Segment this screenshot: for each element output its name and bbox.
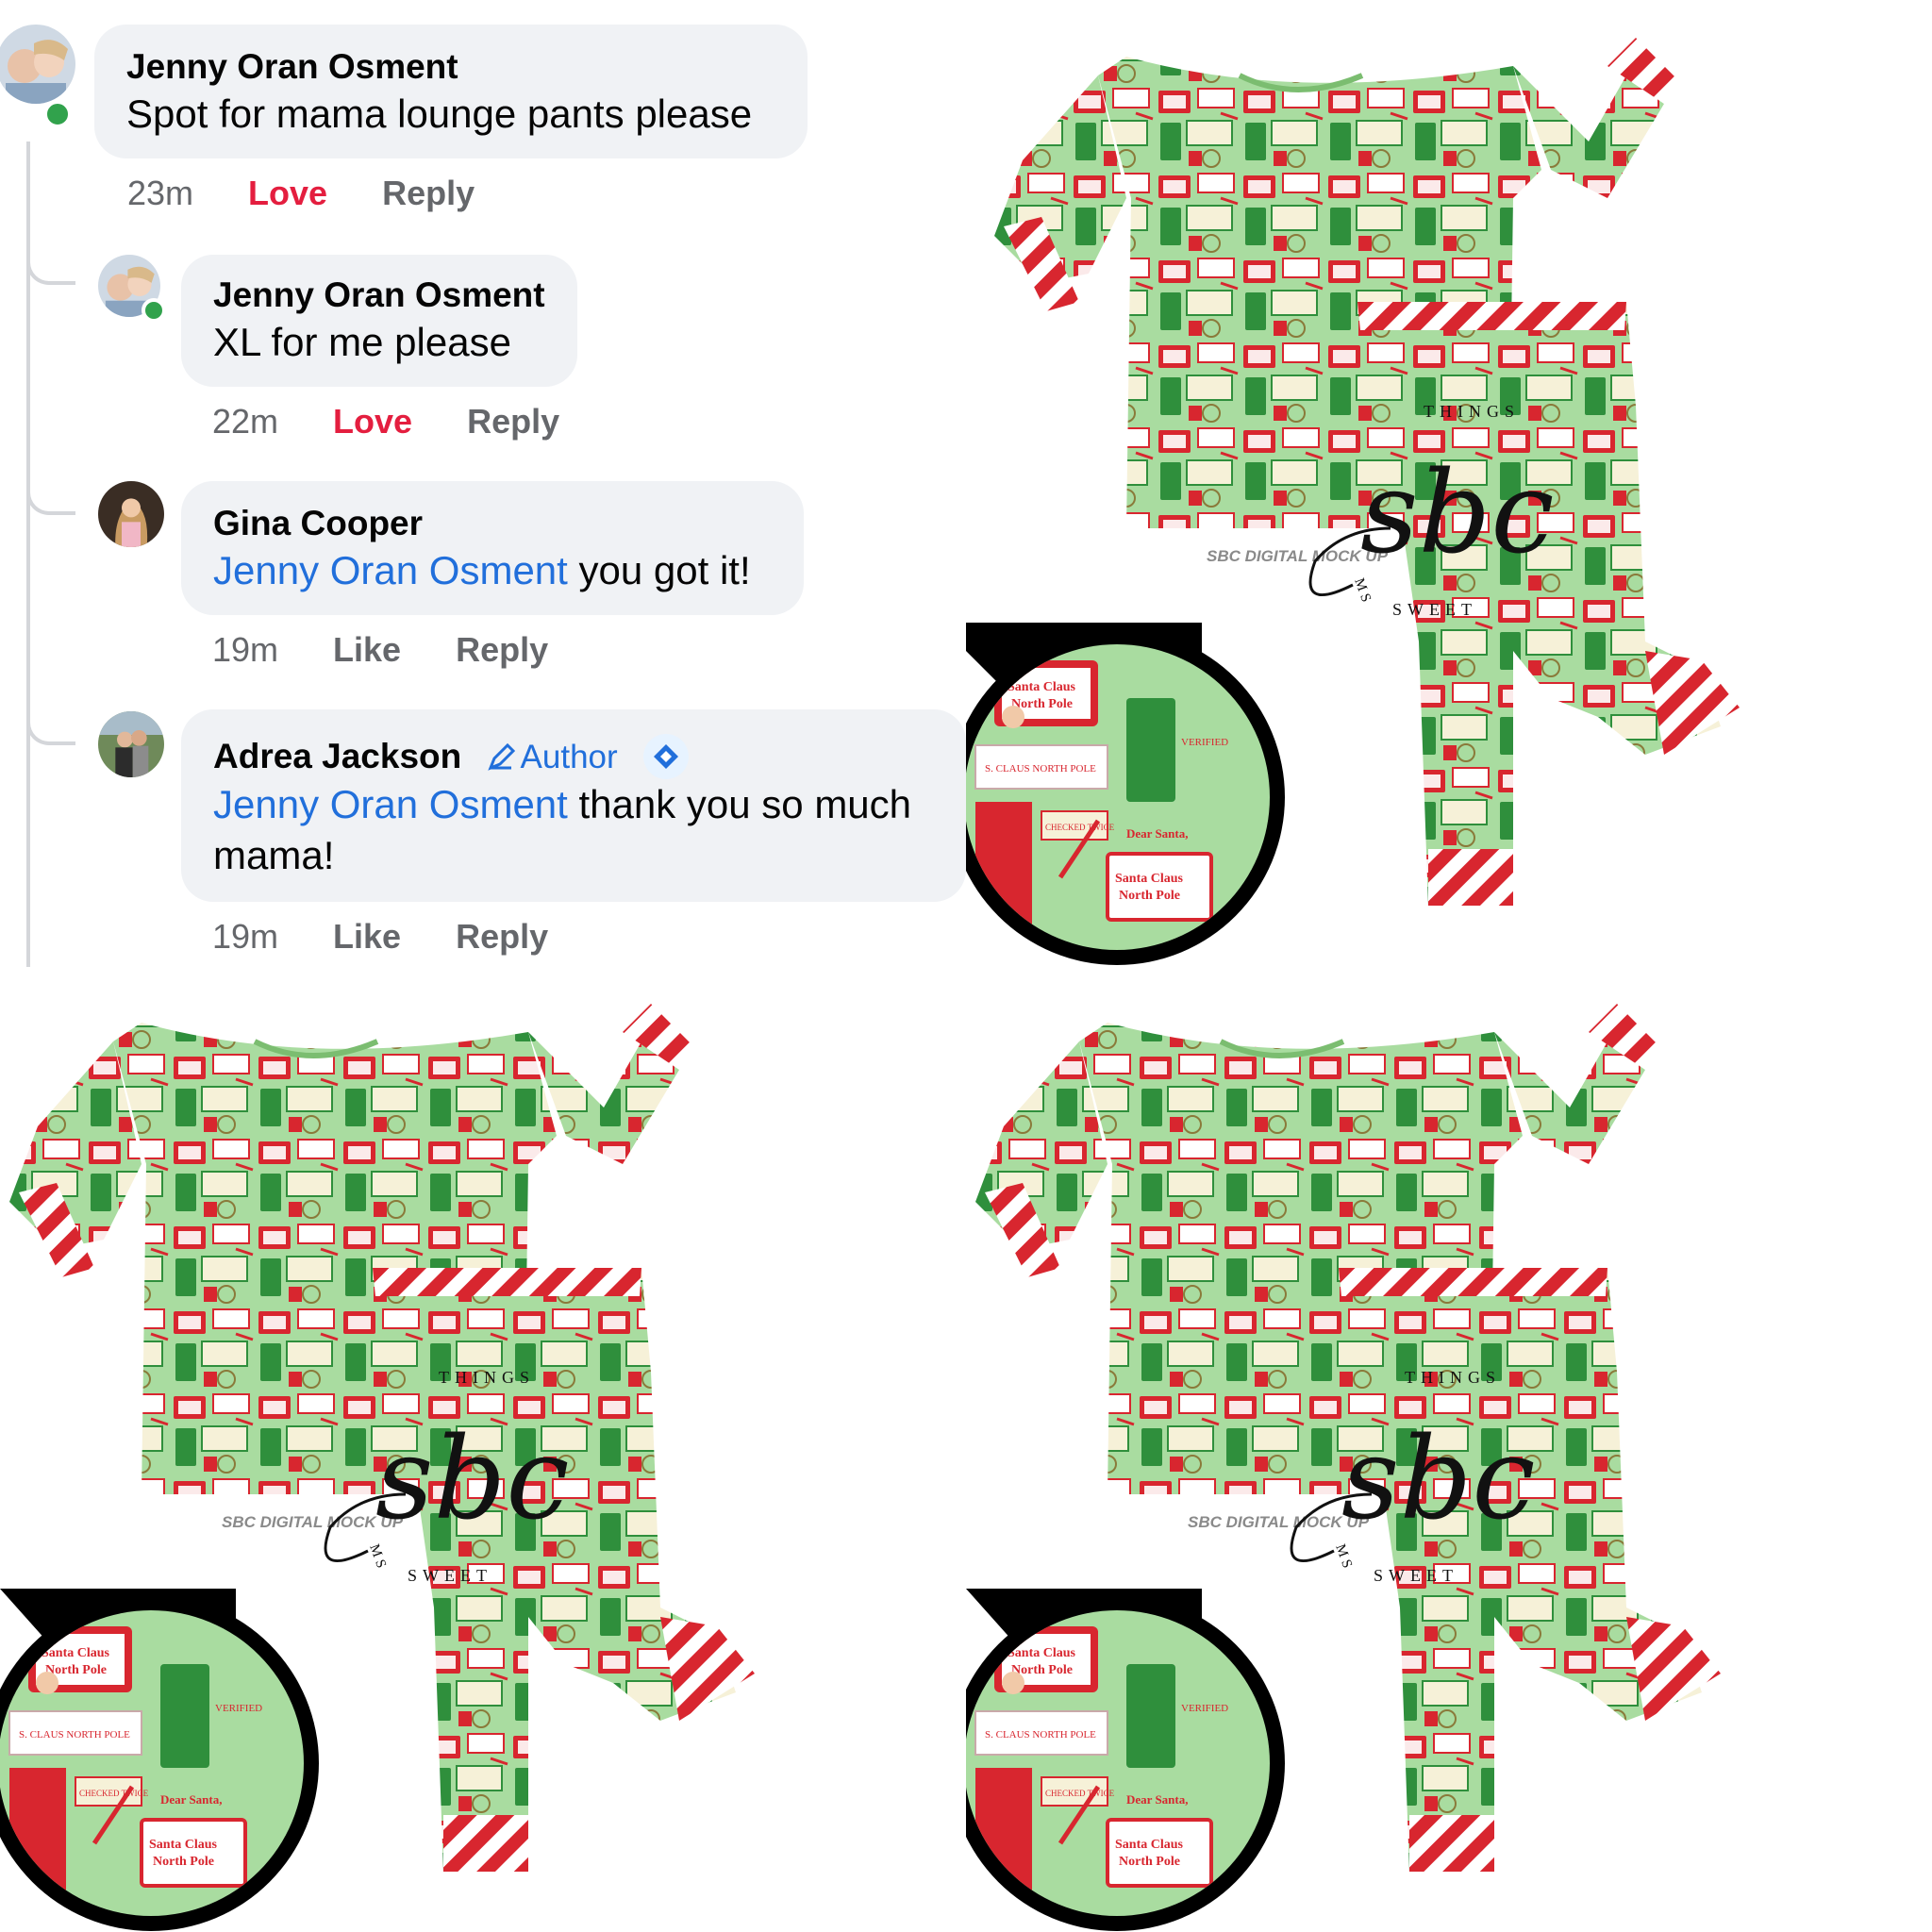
comment-author[interactable]: Jenny Oran Osment xyxy=(213,274,545,317)
reply-button[interactable]: Reply xyxy=(456,630,548,669)
pajama-mockup-top-right: SBC DIGITAL MOCK UP sbc THINGS SWEET MS Santa… xyxy=(966,0,1932,966)
svg-text:THINGS: THINGS xyxy=(1405,1368,1501,1387)
pajama-set-illustration: SBC DIGITAL MOCK UPsbcTHINGSSWEETMSSanta… xyxy=(966,1004,1721,1931)
love-button[interactable]: Love xyxy=(333,402,412,441)
comment-timestamp[interactable]: 23m xyxy=(127,174,193,212)
svg-text:MS: MS xyxy=(1332,1542,1356,1574)
svg-text:S. CLAUS NORTH POLE: S. CLAUS NORTH POLE xyxy=(985,763,1096,774)
svg-text:North Pole: North Pole xyxy=(1119,1855,1180,1869)
svg-text:SWEET: SWEET xyxy=(1392,600,1477,619)
reply-button[interactable]: Reply xyxy=(456,917,548,956)
svg-text:Dear Santa,: Dear Santa, xyxy=(1126,1792,1188,1807)
svg-text:Santa Claus: Santa Claus xyxy=(42,1646,110,1660)
comment-bubble: Adrea Jackson Author Jenny Oran Osment t… xyxy=(181,709,966,902)
avatar[interactable] xyxy=(98,481,164,547)
comment-text: Spot for mama lounge pants please xyxy=(126,92,753,136)
comment-timestamp[interactable]: 19m xyxy=(212,917,278,956)
comment-timestamp[interactable]: 19m xyxy=(212,630,278,669)
comment-author-name[interactable]: Adrea Jackson xyxy=(213,737,461,775)
svg-text:S. CLAUS NORTH POLE: S. CLAUS NORTH POLE xyxy=(985,1729,1096,1740)
comment-thread: Jenny Oran Osment Spot for mama lounge p… xyxy=(0,0,981,967)
avatar[interactable] xyxy=(98,711,164,777)
svg-text:VERIFIED: VERIFIED xyxy=(1181,737,1228,748)
reply-connector xyxy=(26,483,75,515)
svg-text:CHECKED TWICE: CHECKED TWICE xyxy=(1045,1789,1115,1798)
comment-bubble: Gina Cooper Jenny Oran Osment you got it… xyxy=(181,481,804,615)
like-button[interactable]: Like xyxy=(333,630,401,669)
pajama-set-illustration: SBC DIGITAL MOCK UPsbcTHINGSSWEETMSSanta… xyxy=(0,1004,755,1931)
svg-text:sbc: sbc xyxy=(1360,448,1555,579)
fabric-zoom-detail: Santa Claus North Pole S. CLAUS NORTH POLE… xyxy=(966,1589,1285,1931)
comment-actions: 19m Like Reply xyxy=(212,917,593,957)
fabric-zoom-detail: Santa Claus North Pole S. CLAUS NORTH POLE… xyxy=(966,623,1285,965)
reply-button[interactable]: Reply xyxy=(467,402,559,441)
comment-text: Jenny Oran Osment you got it! xyxy=(213,545,772,596)
top-contributor-badge-icon[interactable] xyxy=(643,734,690,779)
comment-author[interactable]: Jenny Oran Osment xyxy=(126,45,775,89)
mention-link[interactable]: Jenny Oran Osment xyxy=(213,782,568,826)
pajama-mockup-bottom-left: SBC DIGITAL MOCK UP sbc THINGS SWEET MS Santa… xyxy=(0,966,966,1932)
online-status-icon xyxy=(43,100,72,128)
svg-text:CHECKED TWICE: CHECKED TWICE xyxy=(79,1789,149,1798)
comment-text: XL for me please xyxy=(213,320,511,364)
pajama-mockup-bottom-right: SBC DIGITAL MOCK UP sbc THINGS SWEET MS Santa… xyxy=(966,966,1932,1932)
online-status-icon xyxy=(142,298,166,323)
svg-text:SWEET: SWEET xyxy=(1374,1566,1458,1585)
comment-text-body: you got it! xyxy=(567,548,751,592)
comment-author: Adrea Jackson Author xyxy=(213,734,934,779)
comment-bubble: Jenny Oran Osment Spot for mama lounge p… xyxy=(94,25,808,158)
comment-bubble: Jenny Oran Osment XL for me please xyxy=(181,255,577,387)
svg-text:Santa Claus: Santa Claus xyxy=(1008,680,1076,694)
svg-text:Santa Claus: Santa Claus xyxy=(149,1838,218,1852)
svg-text:Santa Claus: Santa Claus xyxy=(1115,1838,1184,1852)
like-button[interactable]: Like xyxy=(333,917,401,956)
comment-actions: 23m Love Reply xyxy=(127,174,520,213)
svg-text:North Pole: North Pole xyxy=(153,1855,214,1869)
svg-text:MS: MS xyxy=(366,1542,390,1574)
svg-text:SWEET: SWEET xyxy=(408,1566,492,1585)
svg-text:THINGS: THINGS xyxy=(1424,402,1520,421)
svg-text:CHECKED TWICE: CHECKED TWICE xyxy=(1045,823,1115,832)
svg-text:North Pole: North Pole xyxy=(1119,889,1180,903)
svg-text:VERIFIED: VERIFIED xyxy=(1181,1703,1228,1714)
svg-text:Santa Claus: Santa Claus xyxy=(1008,1646,1076,1660)
pencil-icon xyxy=(487,743,515,771)
comment-text: Jenny Oran Osment thank you so much mama… xyxy=(213,779,934,881)
svg-text:sbc: sbc xyxy=(1341,1414,1536,1545)
svg-text:MS: MS xyxy=(1351,576,1374,608)
avatar[interactable] xyxy=(0,25,75,104)
love-button[interactable]: Love xyxy=(248,174,327,212)
pajama-set-illustration: SBC DIGITAL MOCK UPsbcTHINGSSWEETMSSanta… xyxy=(966,38,1740,965)
comment-timestamp[interactable]: 22m xyxy=(212,402,278,441)
author-badge: Author xyxy=(487,739,627,775)
comment-actions: 19m Like Reply xyxy=(212,630,593,670)
mention-link[interactable]: Jenny Oran Osment xyxy=(213,548,568,592)
comment-actions: 22m Love Reply xyxy=(212,402,605,441)
reply-button[interactable]: Reply xyxy=(382,174,475,212)
svg-text:Santa Claus: Santa Claus xyxy=(1115,872,1184,886)
reply-connector xyxy=(26,709,75,745)
reply-connector xyxy=(26,255,75,285)
svg-text:THINGS: THINGS xyxy=(439,1368,535,1387)
svg-text:sbc: sbc xyxy=(375,1414,570,1545)
author-badge-label: Author xyxy=(520,739,618,775)
fabric-zoom-detail: Santa Claus North Pole S. CLAUS NORTH POLE… xyxy=(0,1589,319,1931)
svg-text:Dear Santa,: Dear Santa, xyxy=(1126,826,1188,841)
svg-text:VERIFIED: VERIFIED xyxy=(215,1703,262,1714)
svg-text:Dear Santa,: Dear Santa, xyxy=(160,1792,222,1807)
svg-text:S. CLAUS NORTH POLE: S. CLAUS NORTH POLE xyxy=(19,1729,130,1740)
comment-author[interactable]: Gina Cooper xyxy=(213,502,772,545)
